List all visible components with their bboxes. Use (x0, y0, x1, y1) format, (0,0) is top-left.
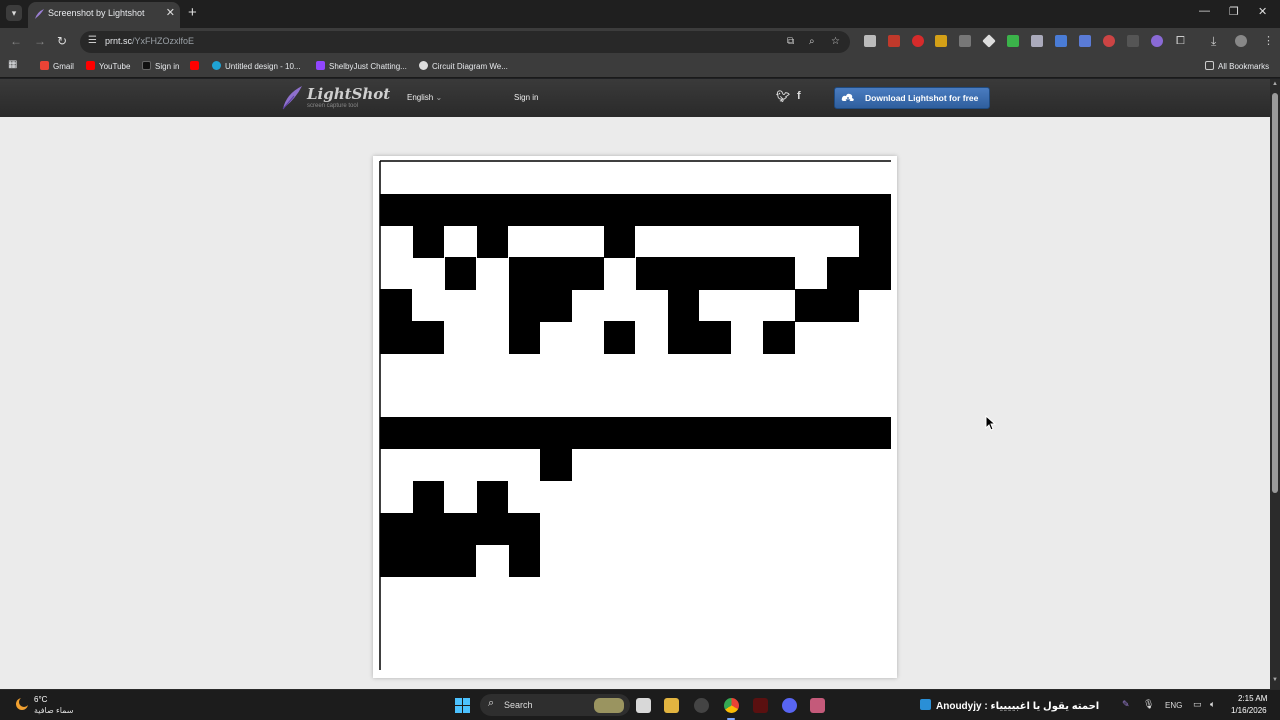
facebook-icon[interactable]: f (797, 90, 801, 102)
canva-icon (212, 61, 221, 70)
extension-icon[interactable] (935, 35, 947, 47)
download-lightshot-button[interactable]: Download Lightshot for free (834, 87, 990, 109)
extension-icon[interactable] (1151, 35, 1163, 47)
extensions-puzzle-icon[interactable]: ⧠ (1176, 35, 1185, 48)
tab-title: Screenshot by Lightshot (48, 8, 145, 18)
scrollbar-thumb[interactable] (1272, 93, 1278, 493)
twitter-icon[interactable]: 🐦︎ (776, 90, 790, 103)
chrome-icon[interactable] (724, 698, 739, 713)
bookmark-circuit[interactable]: Circuit Diagram We... (419, 61, 508, 71)
chevron-down-icon: ⌄ (435, 93, 443, 102)
r-logo-icon (142, 61, 151, 70)
circuit-icon (419, 61, 428, 70)
bookmark-signin[interactable]: Sign in (142, 61, 179, 71)
address-bar[interactable]: ☰ prnt.sc/YxFHZOzxlfoE ⧉ ⌕ ☆ (80, 31, 850, 53)
browser-toolbar: ← → ↻ ☰ prnt.sc/YxFHZOzxlfoE ⧉ ⌕ ☆ ⧠ ⤓ ⋮ (0, 28, 1280, 56)
extension-icon[interactable] (1031, 35, 1043, 47)
notification-app-icon (920, 699, 931, 710)
lightshot-feather-icon[interactable] (280, 84, 304, 110)
cloud-download-icon (841, 93, 854, 103)
twitch-icon (316, 61, 325, 70)
extension-icon[interactable] (1007, 35, 1019, 47)
extension-icon[interactable] (1127, 35, 1139, 47)
download-icon[interactable]: ⤓ (1211, 34, 1216, 49)
bookmark-youtube-2[interactable] (190, 61, 203, 71)
site-info-icon[interactable]: ☰ (88, 35, 97, 46)
windows-start-icon[interactable] (455, 698, 470, 713)
new-tab-button[interactable]: + (188, 4, 197, 21)
menu-kebab-icon[interactable]: ⋮ (1263, 34, 1274, 47)
lightshot-tagline: screen capture tool (307, 103, 359, 109)
scroll-down-icon[interactable]: ▼ (1272, 677, 1278, 683)
profile-avatar[interactable] (1235, 35, 1247, 47)
screenshot-image[interactable] (373, 156, 897, 678)
weather-moon-icon[interactable] (14, 696, 30, 712)
tray-notification[interactable]: Anoudyjy : احمته يقول يا اغبيييياء (920, 699, 1099, 712)
windows-taskbar: 6°C سماء صافية ⌕ Search Anoudyjy : احمته… (0, 689, 1280, 720)
extension-icon[interactable] (888, 35, 900, 47)
bookmark-star-icon[interactable]: ☆ (831, 36, 840, 47)
zoom-icon[interactable]: ⌕ (809, 36, 815, 47)
weather-description[interactable]: سماء صافية (34, 706, 74, 715)
app-icon[interactable] (694, 698, 709, 713)
search-highlight-icon[interactable] (594, 698, 624, 713)
clock-date[interactable]: 1/16/2026 (1231, 706, 1267, 715)
youtube-icon (190, 61, 199, 70)
microphone-icon[interactable]: 🎙︎ (1143, 699, 1154, 710)
screenshot-content (373, 156, 897, 678)
task-view-icon[interactable] (636, 698, 651, 713)
extension-icon[interactable] (864, 35, 876, 47)
input-language[interactable]: ENG (1165, 701, 1182, 710)
folder-icon (1205, 61, 1214, 70)
lightshot-header: LightShot screen capture tool English ⌄ … (0, 79, 1270, 117)
language-select[interactable]: English ⌄ (407, 93, 442, 102)
signin-link[interactable]: Sign in (514, 93, 538, 102)
extension-icon[interactable] (982, 34, 996, 48)
network-icon[interactable]: ▭ (1193, 699, 1202, 710)
gmail-icon (40, 61, 49, 70)
lightshot-feather-icon (35, 9, 44, 19)
clock-time[interactable]: 2:15 AM (1238, 694, 1267, 703)
extension-icon[interactable] (1103, 35, 1115, 47)
extension-icon[interactable] (1079, 35, 1091, 47)
bookmarks-bar: ▦ Gmail YouTube Sign in Untitled design … (0, 56, 1280, 78)
lightshot-tray-icon[interactable]: ✎ (1122, 699, 1130, 710)
app-icon[interactable] (810, 698, 825, 713)
discord-icon[interactable] (782, 698, 797, 713)
bookmark-twitch[interactable]: ShelbyJust Chatting... (316, 61, 407, 71)
tab-close-icon[interactable]: ✕ (166, 6, 175, 19)
install-app-icon[interactable]: ⧉ (787, 36, 794, 47)
translate-icon[interactable] (1055, 35, 1067, 47)
reload-icon[interactable]: ↻ (57, 34, 67, 48)
extension-icon[interactable] (959, 35, 971, 47)
weather-temperature[interactable]: 6°C (34, 695, 47, 704)
back-icon[interactable]: ← (10, 34, 22, 48)
bookmark-gmail[interactable]: Gmail (40, 61, 74, 71)
window-close-icon[interactable]: ✕ (1258, 5, 1267, 18)
search-icon: ⌕ (488, 697, 495, 709)
minimize-icon[interactable]: — (1199, 5, 1210, 17)
restore-icon[interactable]: ❐ (1229, 5, 1239, 18)
file-explorer-icon[interactable] (664, 698, 679, 713)
forward-icon[interactable]: → (34, 34, 46, 48)
bookmark-canva[interactable]: Untitled design - 10... (212, 61, 301, 71)
url-text[interactable]: prnt.sc/YxFHZOzxlfoE (105, 36, 194, 46)
lightshot-logo[interactable]: LightShot (307, 85, 390, 103)
page-scrollbar[interactable]: ▲ ▼ (1270, 79, 1280, 689)
volume-icon[interactable]: 🔈︎ (1210, 699, 1215, 710)
extension-icon[interactable] (912, 35, 924, 47)
scroll-up-icon[interactable]: ▲ (1272, 81, 1278, 87)
active-tab[interactable]: Screenshot by Lightshot ✕ (28, 2, 180, 28)
mouse-cursor-icon (985, 415, 997, 431)
app-icon[interactable] (753, 698, 768, 713)
apps-grid-icon[interactable]: ▦ (8, 59, 17, 70)
all-bookmarks[interactable]: All Bookmarks (1205, 61, 1269, 71)
tab-strip: ▾ Screenshot by Lightshot ✕ + — ❐ ✕ (0, 0, 1280, 28)
youtube-icon (86, 61, 95, 70)
bookmark-youtube[interactable]: YouTube (86, 61, 130, 71)
tab-search-button[interactable]: ▾ (6, 5, 22, 21)
